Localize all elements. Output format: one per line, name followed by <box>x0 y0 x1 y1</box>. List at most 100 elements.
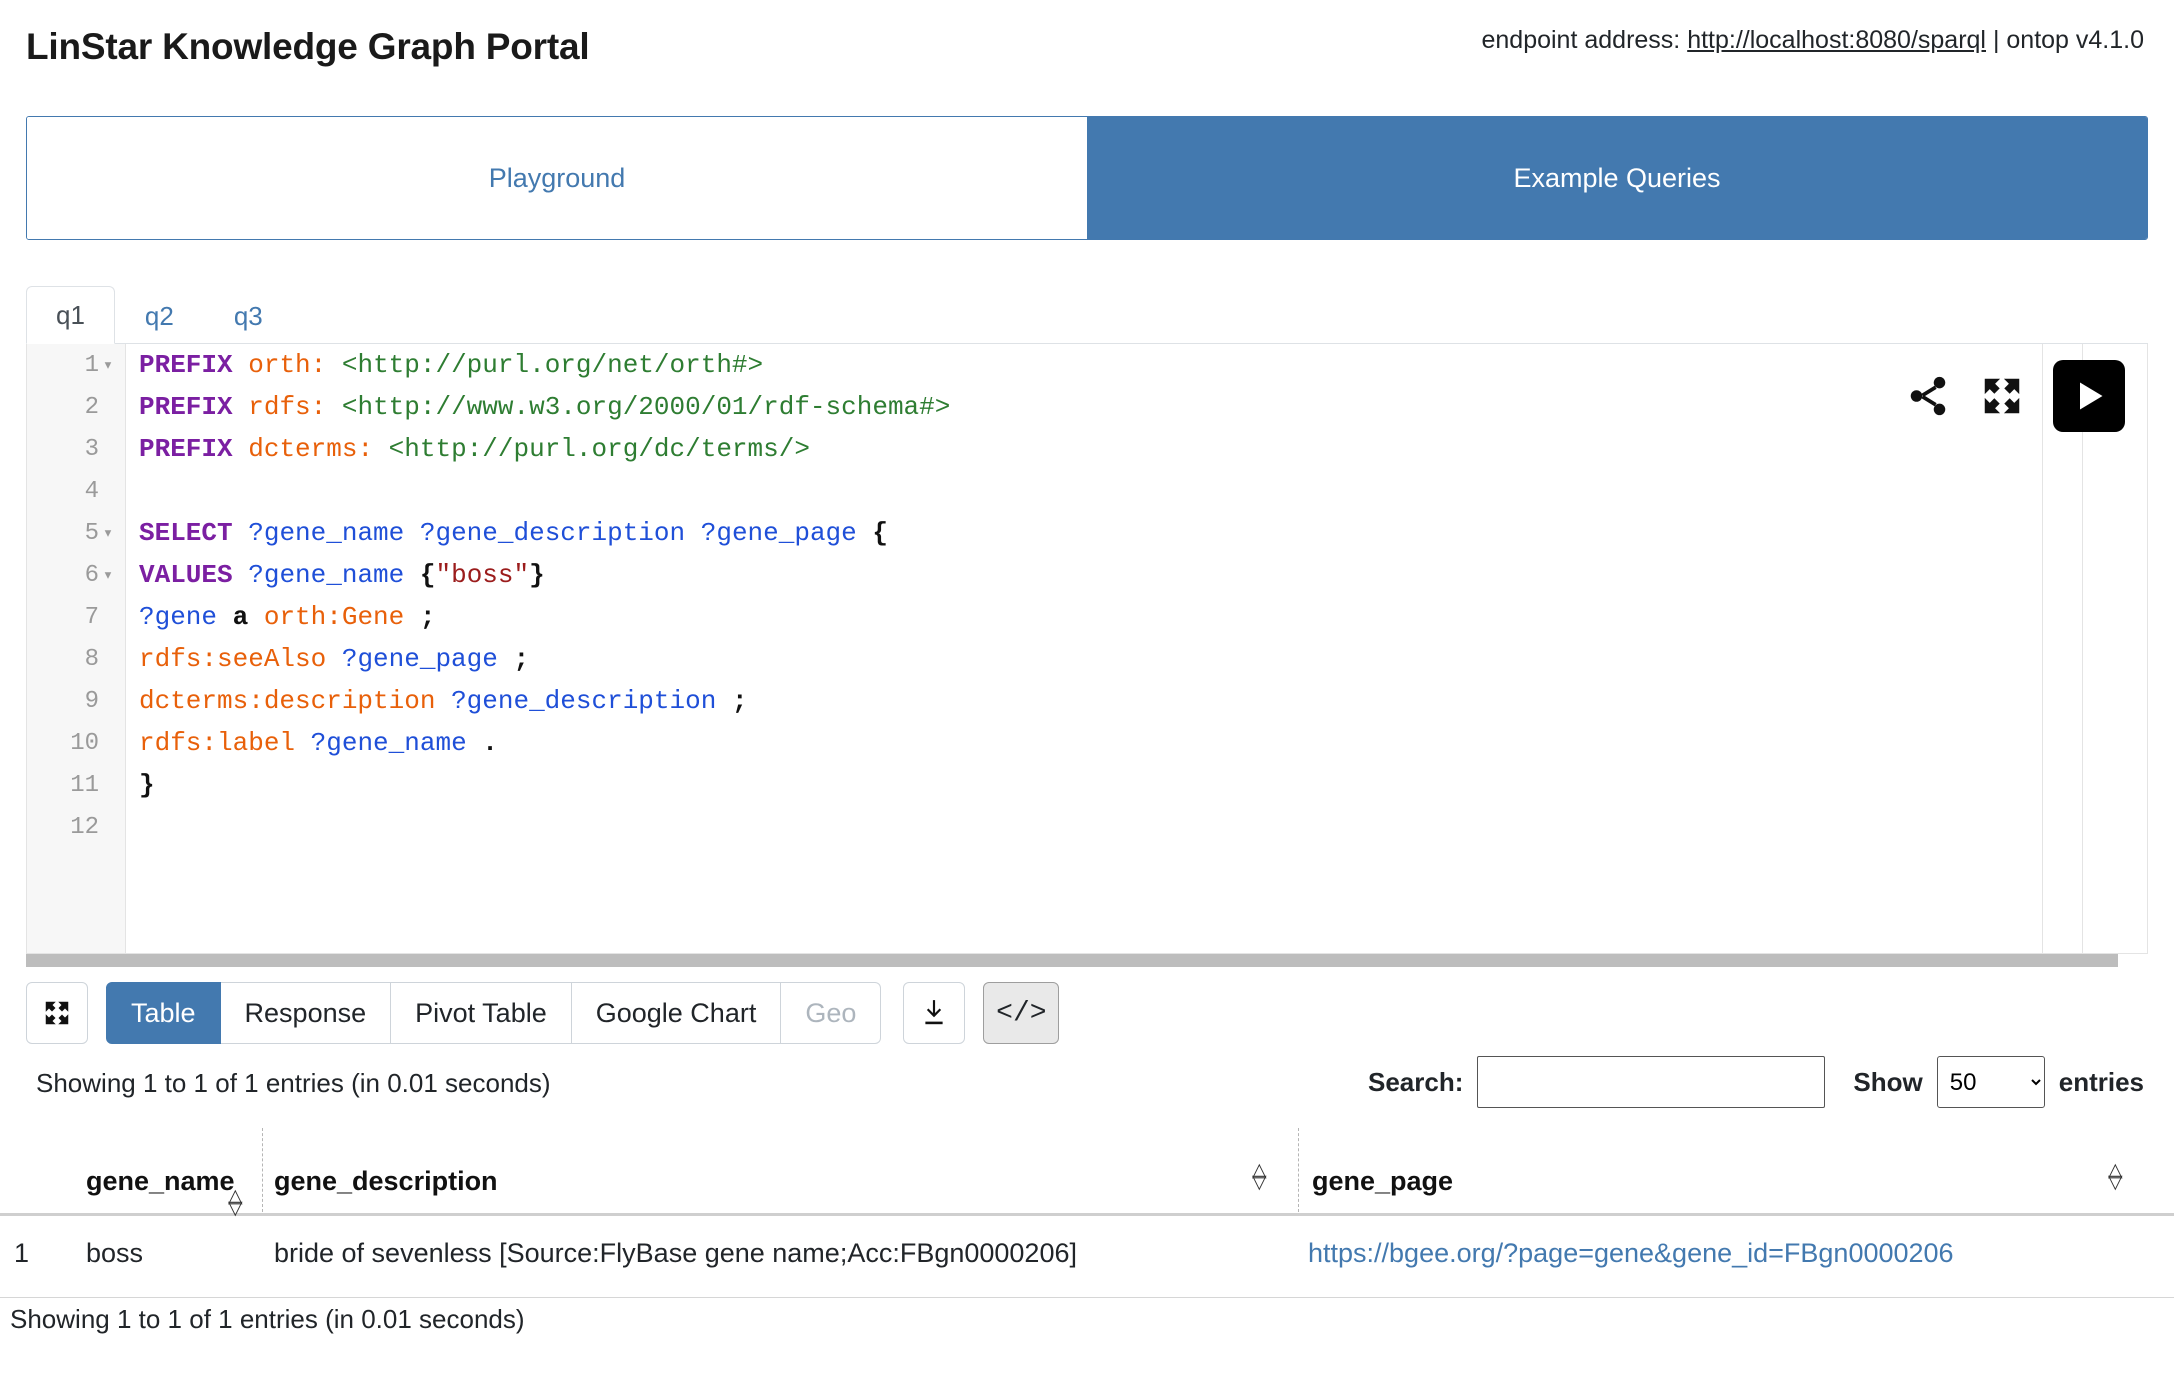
endpoint-info: endpoint address: http://localhost:8080/… <box>1481 26 2144 55</box>
results-tab-table[interactable]: Table <box>106 982 221 1044</box>
code-line: SELECT ?gene_name ?gene_description ?gen… <box>139 512 2147 554</box>
code-line: PREFIX rdfs: <http://www.w3.org/2000/01/… <box>139 386 2147 428</box>
table-header-row: gene_name △▽ gene_description △▽ gene_pa… <box>0 1124 2174 1216</box>
line-number-row: 5▾ <box>27 512 125 554</box>
line-number: 8 <box>85 646 99 673</box>
results-tab-pivot-table[interactable]: Pivot Table <box>391 982 572 1044</box>
expand-results-icon[interactable] <box>26 982 88 1044</box>
results-tab-google-chart[interactable]: Google Chart <box>572 982 782 1044</box>
line-number: 3 <box>85 436 99 463</box>
line-number: 7 <box>85 604 99 631</box>
sparql-editor[interactable]: 1▾ 2 3 4 5▾ 6▾ 7 8 9 10 11 12 PREFIX ort… <box>26 344 2148 954</box>
entries-label: entries <box>2059 1067 2144 1098</box>
results-view-tabs: Table Response Pivot Table Google Chart … <box>106 982 881 1044</box>
line-number: 11 <box>70 772 99 799</box>
sort-arrows-gene-page[interactable]: △▽ <box>2108 1165 2123 1189</box>
code-line: rdfs:label ?gene_name . <box>139 722 2147 764</box>
line-number-row: 10 <box>27 722 125 764</box>
share-icon[interactable] <box>1905 373 1951 419</box>
line-number-row: 4 <box>27 470 125 512</box>
tab-playground-label: Playground <box>489 163 626 194</box>
column-header-gene-description[interactable]: gene_description <box>274 1166 498 1197</box>
show-entries-select[interactable]: 102550100 <box>1937 1056 2045 1108</box>
fullscreen-icon[interactable] <box>1979 373 2025 419</box>
line-number-row: 3 <box>27 428 125 470</box>
query-tab-q2[interactable]: q2 <box>115 287 204 343</box>
query-tab-q1[interactable]: q1 <box>26 286 115 344</box>
column-divider <box>1298 1128 1299 1212</box>
search-label: Search: <box>1368 1067 1463 1098</box>
editor-resize-handle[interactable] <box>26 954 2118 967</box>
column-header-gene-page[interactable]: gene_page <box>1312 1166 1453 1197</box>
query-tab-bar: q1 q2 q3 <box>26 276 2148 344</box>
fold-toggle-icon[interactable]: ▾ <box>99 355 117 376</box>
line-number: 10 <box>70 730 99 757</box>
line-number-row: 7 <box>27 596 125 638</box>
code-line: } <box>139 764 2147 806</box>
fold-toggle-icon[interactable]: ▾ <box>99 523 117 544</box>
line-number: 9 <box>85 688 99 715</box>
sort-arrows-gene-name[interactable]: △▽ <box>228 1191 243 1215</box>
cell-gene-page-link[interactable]: https://bgee.org/?page=gene&gene_id=FBgn… <box>1308 1238 1954 1269</box>
editor-code-area[interactable]: PREFIX orth: <http://purl.org/net/orth#>… <box>139 344 2147 953</box>
cell-gene-name: boss <box>86 1238 143 1269</box>
results-tab-geo: Geo <box>781 982 881 1044</box>
query-tab-q2-label: q2 <box>145 301 174 331</box>
code-line: dcterms:description ?gene_description ; <box>139 680 2147 722</box>
code-line: PREFIX dcterms: <http://purl.org/dc/term… <box>139 428 2147 470</box>
page-title: LinStar Knowledge Graph Portal <box>26 26 589 68</box>
editor-action-icons <box>1905 360 2125 432</box>
results-info-top: Showing 1 to 1 of 1 entries (in 0.01 sec… <box>36 1068 551 1099</box>
tab-example-queries[interactable]: Example Queries <box>1087 117 2147 239</box>
line-number: 5 <box>85 520 99 547</box>
line-number: 12 <box>70 814 99 841</box>
line-number-row: 6▾ <box>27 554 125 596</box>
line-number-row: 8 <box>27 638 125 680</box>
results-table: gene_name △▽ gene_description △▽ gene_pa… <box>0 1124 2174 1298</box>
line-number-row: 2 <box>27 386 125 428</box>
results-info-bottom: Showing 1 to 1 of 1 entries (in 0.01 sec… <box>10 1304 525 1335</box>
results-tab-response[interactable]: Response <box>221 982 392 1044</box>
main-tab-bar: Playground Example Queries <box>26 116 2148 240</box>
line-number-row: 1▾ <box>27 344 125 386</box>
results-toolbar: Table Response Pivot Table Google Chart … <box>26 982 1059 1044</box>
editor-gutter: 1▾ 2 3 4 5▾ 6▾ 7 8 9 10 11 12 <box>27 344 126 953</box>
line-number-row: 12 <box>27 806 125 848</box>
run-query-button[interactable] <box>2053 360 2125 432</box>
results-controls: Search: Show 102550100 entries <box>1368 1056 2144 1108</box>
query-tab-q1-label: q1 <box>56 300 85 330</box>
line-number-row: 11 <box>27 764 125 806</box>
code-line <box>139 470 2147 512</box>
endpoint-url-link[interactable]: http://localhost:8080/sparql <box>1687 26 1986 54</box>
line-number: 6 <box>85 562 99 589</box>
show-label: Show <box>1853 1067 1922 1098</box>
sort-arrows-gene-description[interactable]: △▽ <box>1252 1165 1267 1189</box>
row-index: 1 <box>14 1238 29 1269</box>
tab-playground[interactable]: Playground <box>27 117 1087 239</box>
column-header-gene-name[interactable]: gene_name <box>86 1166 235 1197</box>
code-line: VALUES ?gene_name {"boss"} <box>139 554 2147 596</box>
column-divider <box>262 1128 263 1212</box>
fold-toggle-icon[interactable]: ▾ <box>99 565 117 586</box>
line-number-row: 9 <box>27 680 125 722</box>
code-view-button[interactable]: </> <box>983 982 1059 1044</box>
code-line: ?gene a orth:Gene ; <box>139 596 2147 638</box>
search-input[interactable] <box>1477 1056 1825 1108</box>
table-row: 1 boss bride of sevenless [Source:FlyBas… <box>0 1216 2174 1298</box>
line-number: 1 <box>85 352 99 379</box>
cell-gene-description: bride of sevenless [Source:FlyBase gene … <box>274 1238 1077 1269</box>
line-number: 2 <box>85 394 99 421</box>
endpoint-label: endpoint address: <box>1481 26 1687 54</box>
query-tab-q3[interactable]: q3 <box>204 287 293 343</box>
code-line <box>139 806 2147 848</box>
code-line: PREFIX orth: <http://purl.org/net/orth#> <box>139 344 2147 386</box>
query-tab-q3-label: q3 <box>234 301 263 331</box>
ontop-version-label: | ontop v4.1.0 <box>1986 26 2144 54</box>
editor-scroll-rail-outer[interactable] <box>2082 344 2083 953</box>
editor-scroll-rail[interactable] <box>2042 344 2043 953</box>
code-line: rdfs:seeAlso ?gene_page ; <box>139 638 2147 680</box>
download-icon[interactable] <box>903 982 965 1044</box>
page-header: LinStar Knowledge Graph Portal endpoint … <box>0 0 2174 96</box>
tab-example-queries-label: Example Queries <box>1513 163 1720 194</box>
line-number: 4 <box>85 478 99 505</box>
